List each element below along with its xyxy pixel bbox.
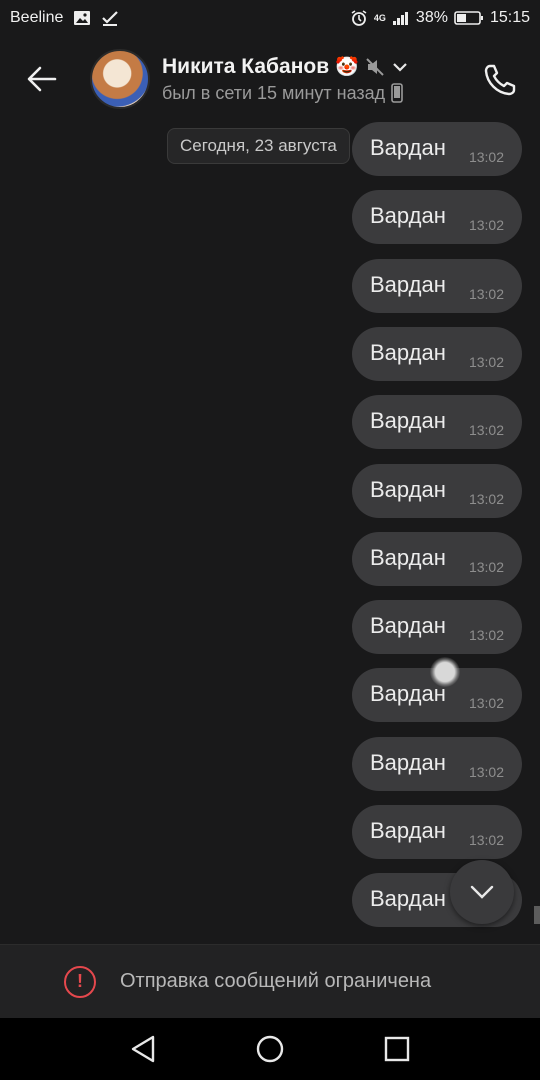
message-time: 13:02 — [468, 627, 504, 644]
status-bar: Beeline 4G 38% 15:15 — [0, 0, 540, 36]
message-text: Вардан — [370, 203, 446, 229]
message-text: Вардан — [370, 135, 446, 160]
chevron-down-icon[interactable] — [391, 60, 409, 74]
gallery-icon — [74, 11, 91, 25]
message-bubble[interactable]: Вардан 13:02 — [352, 395, 522, 450]
battery-icon — [454, 11, 483, 25]
message-time: 13:02 — [468, 285, 504, 302]
message-time: 13:02 — [468, 763, 504, 780]
scrollbar-thumb[interactable] — [534, 906, 540, 924]
message-text: Вардан — [370, 886, 446, 912]
nav-home-button[interactable] — [245, 1024, 295, 1074]
square-recents-icon — [384, 1036, 409, 1062]
nav-back-button[interactable] — [118, 1024, 168, 1074]
message-bubble[interactable]: Вардан 13:02 — [352, 326, 522, 381]
clown-emoji: 🤡 — [335, 56, 359, 78]
message-time: 13:02 — [468, 149, 504, 165]
phone-call-icon — [484, 64, 516, 96]
triangle-back-icon — [132, 1035, 155, 1063]
restriction-text: Отправка сообщений ограничена — [120, 970, 432, 992]
scroll-to-bottom-button[interactable] — [450, 860, 514, 924]
system-nav-bar — [0, 1018, 540, 1080]
back-button[interactable] — [0, 36, 84, 122]
alarm-icon — [351, 10, 367, 26]
message-text: Вардан — [370, 476, 446, 502]
phone-device-icon — [391, 83, 403, 103]
message-time: 13:02 — [468, 353, 504, 370]
message-bubble[interactable]: Вардан 13:02 — [352, 463, 522, 518]
message-text: Вардан — [370, 749, 446, 775]
chat-header: Никита Кабанов 🤡 был в сети 15 минут наз… — [0, 36, 540, 122]
message-bubble[interactable]: Вардан 13:02 — [352, 258, 522, 313]
signal-icon — [392, 12, 408, 25]
message-time: 13:02 — [468, 832, 504, 848]
touch-indicator — [430, 657, 460, 687]
nav-recents-button[interactable] — [372, 1024, 422, 1074]
checkmark-icon — [102, 11, 119, 26]
message-bubble[interactable]: Вардан 13:02 — [352, 805, 522, 859]
message-text: Вардан — [370, 339, 446, 365]
message-text: Вардан — [370, 408, 446, 434]
message-time: 13:02 — [468, 695, 504, 712]
exclamation-circle-icon: ! — [64, 965, 96, 998]
contact-name: Никита Кабанов — [162, 54, 330, 78]
message-text: Вардан — [370, 613, 446, 639]
chevron-down-icon — [470, 885, 494, 899]
message-bubble[interactable]: Вардан 13:02 — [352, 122, 522, 176]
arrow-left-icon — [27, 66, 57, 92]
message-bubble[interactable]: Вардан 13:02 — [352, 190, 522, 245]
message-bubble[interactable]: Вардан 13:02 — [352, 736, 522, 791]
network-type-label: 4G — [373, 12, 386, 23]
message-time: 13:02 — [468, 217, 504, 234]
clock: 15:15 — [489, 9, 530, 26]
last-seen-status: был в сети 15 минут назад — [162, 82, 386, 103]
avatar[interactable] — [90, 49, 150, 109]
call-button[interactable] — [478, 58, 522, 102]
chat-title-box[interactable]: Никита Кабанов 🤡 был в сети 15 минут наз… — [162, 55, 409, 104]
message-text: Вардан — [370, 271, 446, 297]
message-bubble[interactable]: Вардан 13:02 — [352, 600, 522, 655]
message-list[interactable]: Сегодня, 23 августа Вардан 13:02 Вардан 13:… — [0, 122, 540, 944]
date-separator: Сегодня, 23 августа — [167, 128, 350, 164]
message-bubble[interactable]: Вардан 13:02 — [352, 531, 522, 586]
message-text: Вардан — [370, 544, 446, 570]
message-time: 13:02 — [468, 422, 504, 439]
muted-speaker-icon — [366, 57, 384, 76]
message-text: Вардан — [370, 681, 446, 707]
battery-percent: 38% — [415, 9, 448, 26]
circle-home-icon — [256, 1035, 284, 1063]
message-time: 13:02 — [468, 490, 504, 507]
message-text: Вардан — [370, 818, 446, 843]
carrier-label: Beeline — [10, 9, 64, 26]
message-time: 13:02 — [468, 558, 504, 575]
restriction-banner: ! Отправка сообщений ограничена — [0, 944, 540, 1018]
